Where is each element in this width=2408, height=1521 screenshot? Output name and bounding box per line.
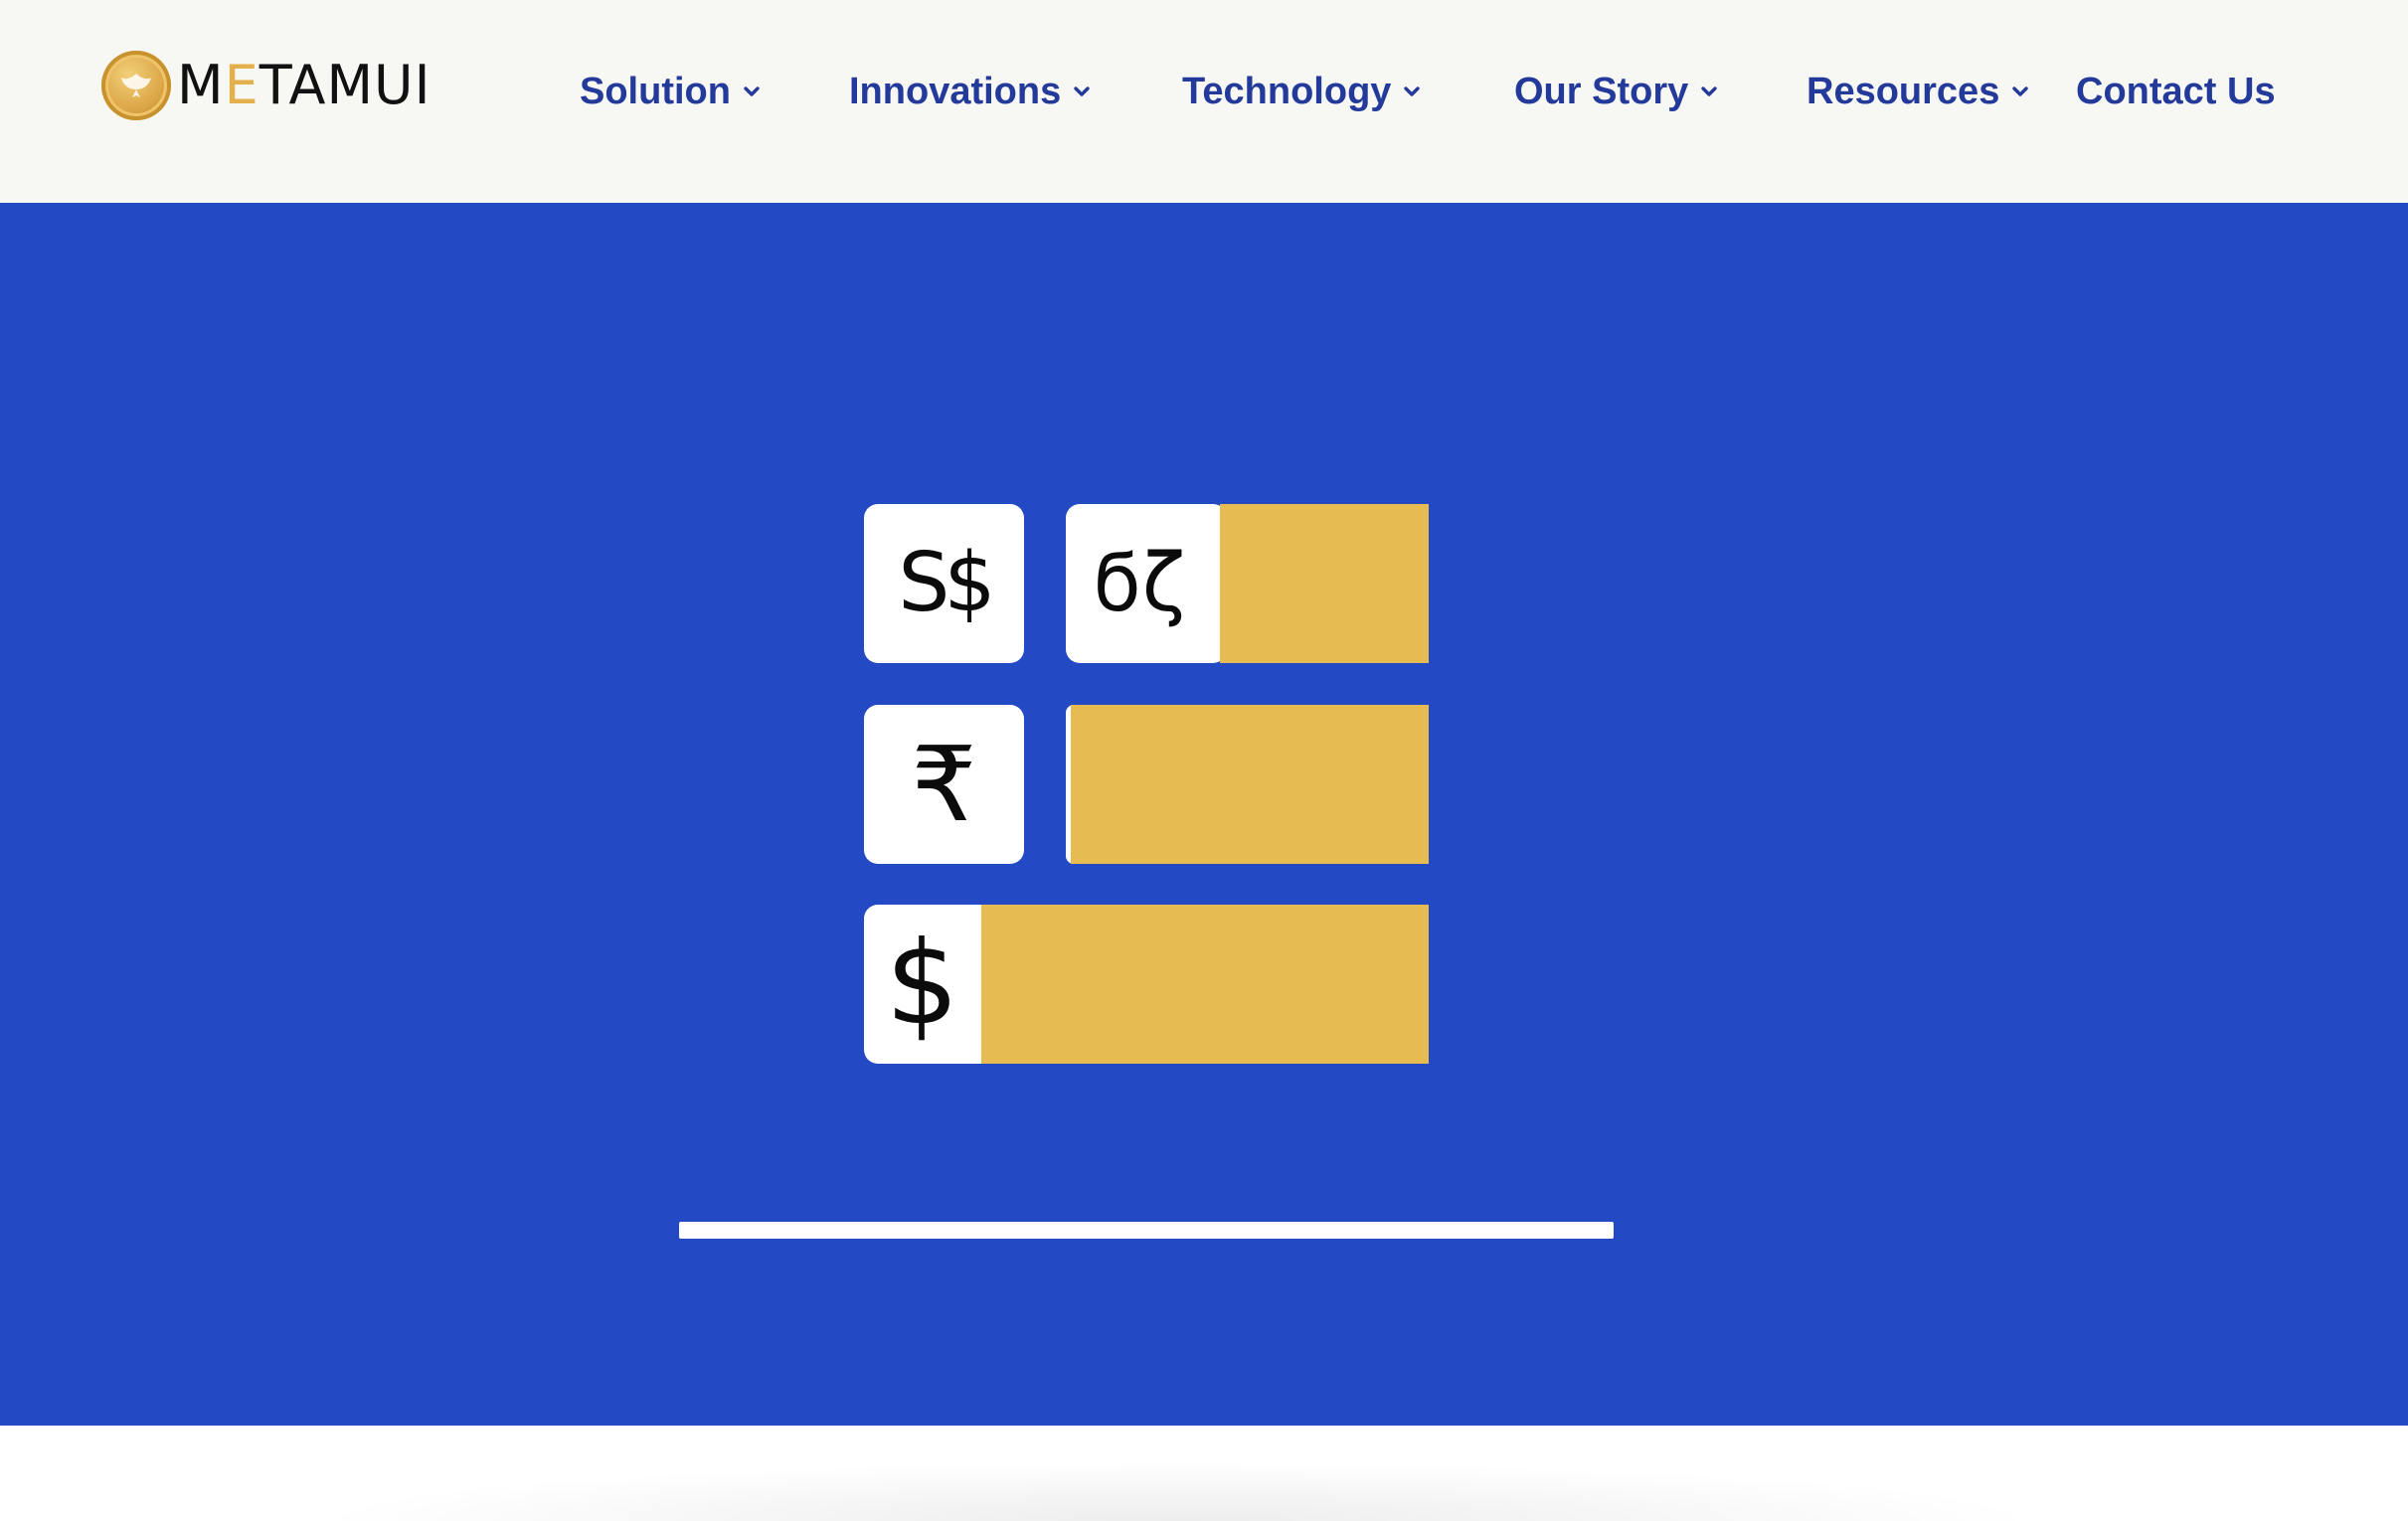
- nav-item-resources[interactable]: Resources: [1806, 62, 2029, 121]
- nav-item-label: Contact Us: [2076, 70, 2276, 112]
- nav-item-label: Solution: [580, 70, 731, 112]
- singapore-dollar-icon: S$: [898, 536, 995, 630]
- currency-symbol-icon: ϭζ: [1093, 537, 1186, 629]
- main-nav: Solution Innovations Technology Our Stor…: [0, 62, 2408, 121]
- nav-item-label: Resources: [1806, 70, 2000, 112]
- nav-item-innovations[interactable]: Innovations: [849, 62, 1091, 121]
- nav-item-technology[interactable]: Technology: [1182, 62, 1421, 121]
- site-header: METAMUI Solution Innovations Technology …: [0, 0, 2408, 203]
- currency-bar-row-2: [1071, 705, 1429, 864]
- nav-item-solution[interactable]: Solution: [580, 62, 761, 121]
- chevron-down-icon: [1074, 86, 1090, 96]
- chevron-down-icon: [1404, 86, 1421, 96]
- chevron-down-icon: [1701, 86, 1717, 96]
- currency-tile-sgd: S$: [864, 504, 1024, 663]
- nav-item-label: Our Story: [1514, 70, 1689, 112]
- currency-tile-other: ϭζ: [1066, 504, 1227, 663]
- nav-item-our-story[interactable]: Our Story: [1514, 62, 1718, 121]
- currency-bar-row-3: [981, 905, 1429, 1064]
- chart-baseline: [679, 1222, 1614, 1239]
- chevron-down-icon: [744, 86, 760, 96]
- currency-bar-row-1: [1220, 504, 1429, 663]
- content-card-shadow: [308, 1461, 2048, 1521]
- chevron-down-icon: [2012, 86, 2029, 96]
- nav-item-label: Technology: [1182, 70, 1392, 112]
- currency-tile-inr: ₹: [864, 705, 1024, 864]
- rupee-icon: ₹: [911, 724, 977, 845]
- hero-banner: S$ ϭζ ₹ $: [0, 203, 2408, 1426]
- nav-item-contact-us[interactable]: Contact Us: [2076, 62, 2276, 121]
- nav-item-label: Innovations: [849, 70, 1062, 112]
- dollar-icon: $: [885, 917, 959, 1051]
